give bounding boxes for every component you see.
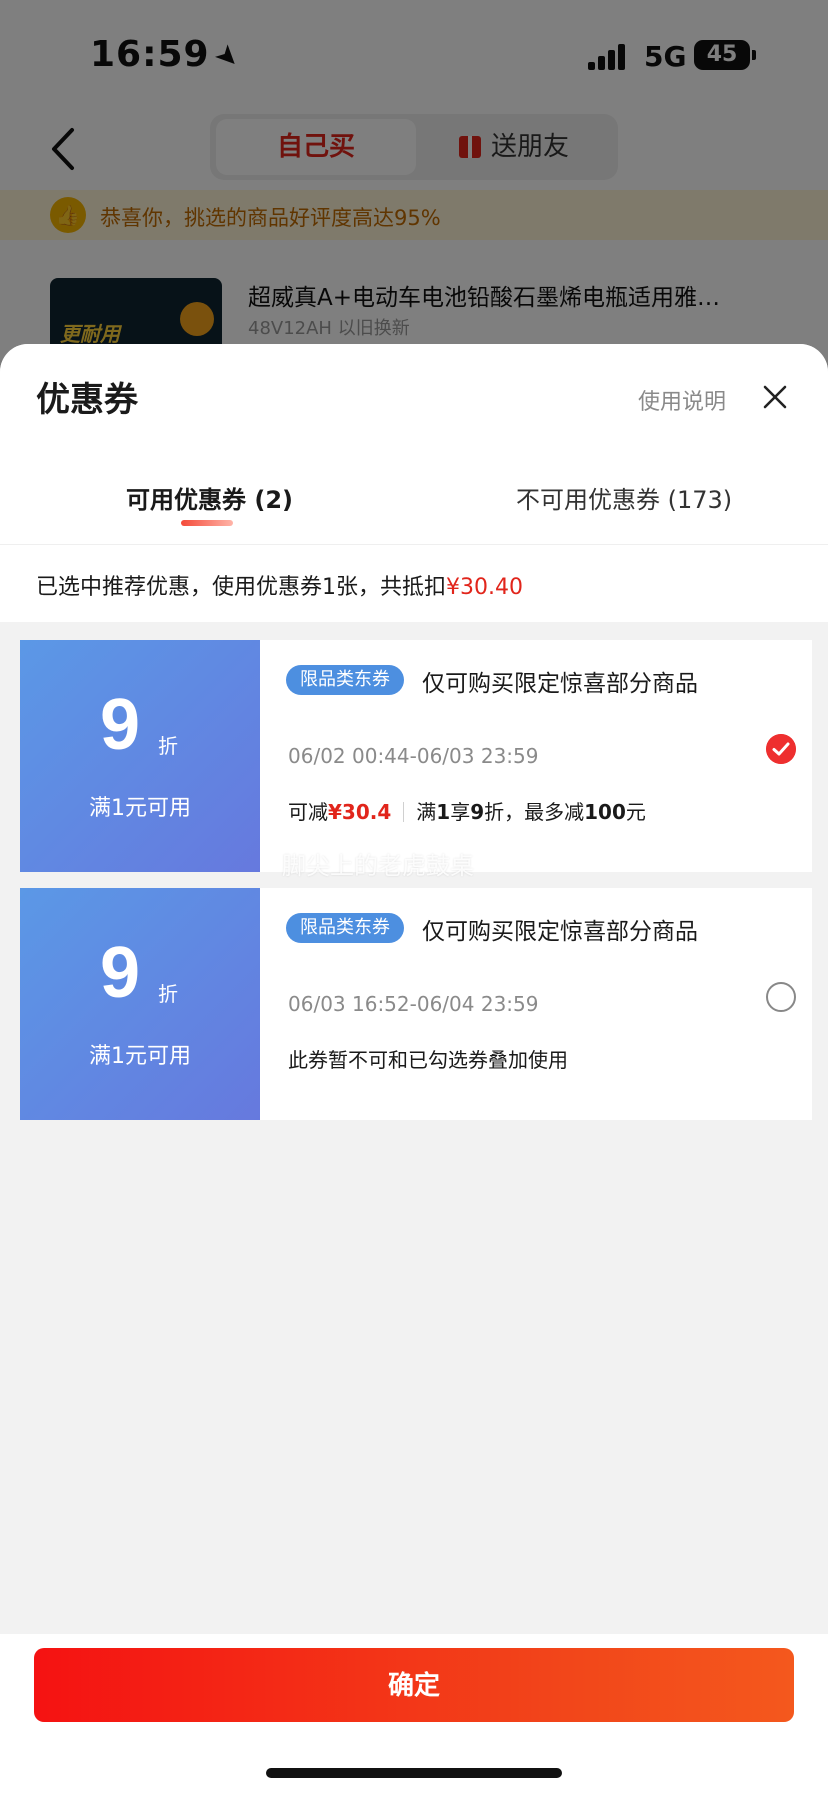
coupon-validity: 06/03 16:52-06/04 23:59: [288, 992, 539, 1016]
coupon-rule-part: 100: [584, 800, 626, 824]
dim-overlay[interactable]: [0, 0, 828, 360]
summary-label: 已选中推荐优惠，使用优惠券1张，共抵扣: [36, 575, 446, 600]
coupon-validity: 06/02 00:44-06/03 23:59: [288, 744, 539, 768]
coupon-title: 仅可购买限定惊喜部分商品: [422, 919, 698, 945]
active-tab-indicator: [181, 520, 233, 526]
usage-help-link[interactable]: 使用说明: [638, 384, 726, 416]
coupon-desc-prefix: 可减: [288, 800, 328, 824]
unchecked-circle-icon[interactable]: [766, 982, 796, 1012]
summary-text: 已选中推荐优惠，使用优惠券1张，共抵扣¥30.40: [36, 569, 523, 601]
coupon-title: 仅可购买限定惊喜部分商品: [422, 671, 698, 697]
home-indicator: [266, 1768, 562, 1778]
coupon-stub: 9 折 满1元可用: [14, 888, 260, 1120]
coupon-description: 可减¥30.4 满1享9折，最多减100元: [288, 796, 646, 825]
coupon-stacking-note: 此券暂不可和已勾选券叠加使用: [288, 1048, 568, 1072]
coupon-sheet: 优惠券 使用说明 可用优惠券 (2) 不可用优惠券 (173) 已选中推荐优惠，…: [0, 344, 828, 1795]
sheet-footer: 确定: [0, 1634, 828, 1795]
close-icon[interactable]: [760, 382, 790, 412]
coupon-unit: 折: [158, 982, 178, 1006]
tab-unavailable-coupons[interactable]: 不可用优惠券 (173): [516, 480, 732, 515]
coupon-desc-amount: ¥30.4: [328, 800, 392, 824]
discount-summary: 已选中推荐优惠，使用优惠券1张，共抵扣¥30.40: [0, 544, 828, 622]
coupon-unit: 折: [158, 734, 178, 758]
coupon-condition: 满1元可用: [89, 1044, 191, 1069]
summary-amount: ¥30.40: [446, 575, 523, 600]
watermark: 脚尖上的老虎鼓桌: [282, 852, 474, 880]
coupon-type-badge: 限品类东券: [286, 665, 404, 695]
coupon-card[interactable]: 9 折 满1元可用 限品类东券 仅可购买限定惊喜部分商品 06/03 16:52…: [14, 888, 812, 1120]
coupon-rule-part: 元: [625, 800, 646, 824]
sheet-header: 优惠券 使用说明 可用优惠券 (2) 不可用优惠券 (173): [0, 344, 828, 544]
coupon-type-badge: 限品类东券: [286, 913, 404, 943]
coupon-value: 9: [100, 933, 141, 1013]
coupon-rule-part: 折，最多减: [484, 800, 585, 824]
coupon-card[interactable]: 9 折 满1元可用 限品类东券 仅可购买限定惊喜部分商品 06/02 00:44…: [14, 640, 812, 872]
sheet-title: 优惠券: [36, 380, 138, 420]
confirm-button[interactable]: 确定: [34, 1648, 794, 1722]
tab-available-coupons[interactable]: 可用优惠券 (2): [126, 480, 293, 515]
coupon-condition: 满1元可用: [89, 796, 191, 821]
divider: [403, 802, 405, 822]
coupon-rule-part: 9: [470, 800, 485, 824]
coupon-rule-part: 满: [416, 800, 437, 824]
coupon-rule-part: 1: [436, 800, 451, 824]
coupon-rule-part: 享: [450, 800, 471, 824]
coupon-stub: 9 折 满1元可用: [14, 640, 260, 872]
checked-circle-icon[interactable]: [766, 734, 796, 764]
coupon-value: 9: [100, 685, 141, 765]
